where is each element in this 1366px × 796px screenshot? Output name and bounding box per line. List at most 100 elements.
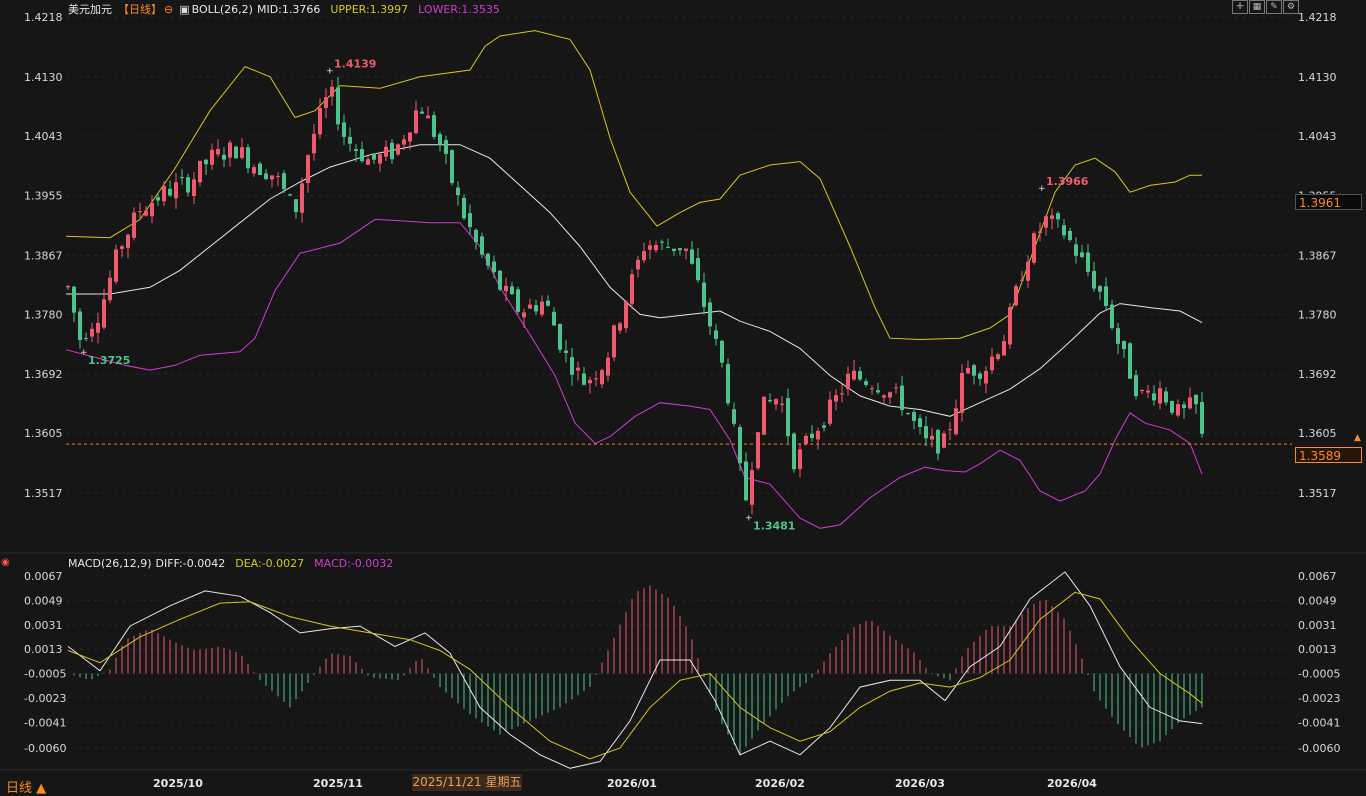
symbol-name: 美元加元 — [68, 3, 112, 16]
candle-down — [810, 433, 814, 439]
candle-up — [216, 149, 220, 155]
indicator-icon[interactable]: ▣ — [179, 3, 189, 16]
candle-down — [732, 409, 736, 424]
candle-up — [378, 154, 382, 164]
candle-down — [354, 149, 358, 151]
candle-down — [1086, 252, 1090, 272]
candle-up — [996, 354, 1000, 360]
macd-y-tick-right: -0.0023 — [1298, 692, 1340, 705]
candle-down — [1194, 394, 1198, 405]
extreme-marker: + — [326, 67, 334, 77]
candle-up — [1002, 341, 1006, 356]
candle-up — [174, 182, 178, 199]
candle-down — [1170, 400, 1174, 413]
draw-icon[interactable]: ✎ — [1266, 0, 1282, 14]
candle-down — [468, 213, 472, 228]
chart-canvas[interactable]: +1.4139+1.3725+1.3481+1.3966▲ 1.4218 1.42… — [0, 0, 1366, 795]
candle-down — [906, 413, 910, 415]
period-label[interactable]: 【日线】 — [118, 3, 162, 16]
candle-up — [210, 149, 214, 165]
current-price-label: 1.3589 — [1295, 447, 1362, 463]
candle-down — [72, 286, 76, 313]
candle-up — [504, 285, 508, 292]
candle-up — [276, 175, 280, 177]
candle-up — [150, 202, 154, 217]
candle-up — [1026, 261, 1030, 281]
candle-up — [300, 183, 304, 213]
candle-up — [1176, 404, 1180, 416]
candle-up — [252, 167, 256, 174]
candle-down — [1122, 341, 1126, 350]
macd-y-tick-left: 0.0031 — [24, 619, 63, 632]
macd-legend: MACD(26,12,9) DIFF:-0.0042 DEA:-0.0027 MACD… — [68, 557, 399, 570]
candle-up — [108, 277, 112, 301]
candle-up — [612, 325, 616, 358]
crosshair-icon[interactable]: ✛ — [1232, 0, 1248, 14]
candle-down — [1062, 225, 1066, 236]
candle-up — [684, 248, 688, 251]
candle-up — [966, 368, 970, 374]
macd-y-tick-left: 0.0049 — [24, 594, 63, 607]
x-tick-label: 2026/04 — [1047, 777, 1097, 790]
candle-up — [126, 234, 130, 249]
macd-value: MACD:-0.0032 — [314, 557, 394, 570]
macd-y-tick-left: 0.0067 — [24, 570, 63, 583]
candle-down — [246, 147, 250, 169]
candle-down — [360, 149, 364, 162]
candle-down — [792, 433, 796, 470]
candle-up — [648, 245, 652, 250]
candle-up — [96, 322, 100, 333]
y-tick-right: 1.3605 — [1298, 427, 1337, 440]
candle-up — [654, 245, 658, 251]
candle-down — [744, 461, 748, 501]
candle-down — [558, 324, 562, 350]
candle-down — [876, 390, 880, 393]
candle-down — [858, 371, 862, 380]
candle-down — [204, 159, 208, 165]
candle-up — [888, 392, 892, 398]
candle-up — [1008, 307, 1012, 345]
candle-down — [720, 340, 724, 363]
candle-up — [384, 146, 388, 157]
candle-up — [1140, 390, 1144, 392]
candle-up — [780, 403, 784, 405]
candle-down — [570, 357, 574, 375]
panel-close-icon[interactable]: ◉ — [1, 557, 10, 568]
candle-up — [132, 212, 136, 238]
crosshair-date-label: 2025/11/21 星期五 — [412, 774, 522, 791]
macd-y-tick-right: 0.0013 — [1298, 643, 1337, 656]
candle-down — [666, 246, 670, 248]
candle-down — [564, 350, 568, 354]
candle-up — [798, 449, 802, 470]
candle-down — [498, 270, 502, 290]
price-annotations: +1.4139+1.3725+1.3481+1.3966▲ — [80, 58, 1361, 533]
macd-y-tick-right: -0.0005 — [1298, 668, 1340, 681]
macd-label: MACD(26,12,9) — [68, 557, 152, 570]
candle-up — [594, 378, 598, 380]
refresh-icon[interactable]: ⊖ — [164, 3, 173, 16]
y-tick-right: 1.3867 — [1298, 249, 1337, 262]
candle-up — [1014, 286, 1018, 306]
boll-lower: LOWER:1.3535 — [418, 3, 500, 16]
y-tick-right: 1.3517 — [1298, 487, 1337, 500]
period-switch-button[interactable]: 日线 ▲ — [6, 777, 46, 796]
candle-up — [522, 312, 526, 318]
bollinger-bands — [65, 30, 1292, 529]
candle-up — [414, 110, 418, 134]
candle-up — [1050, 215, 1054, 219]
candle-down — [336, 87, 340, 125]
macd-diff-line — [67, 571, 1203, 769]
layout-icon[interactable]: ▦ — [1249, 0, 1265, 14]
settings-icon[interactable]: ⚙ — [1283, 0, 1299, 14]
candle-up — [762, 396, 766, 435]
candle-down — [582, 373, 586, 385]
candle-down — [690, 249, 694, 264]
candle-up — [114, 249, 118, 282]
candle-down — [1098, 286, 1102, 292]
candle-down — [342, 122, 346, 137]
y-tick-right: 1.4218 — [1298, 11, 1337, 24]
candle-down — [912, 412, 916, 421]
candle-down — [432, 115, 436, 137]
crosshair-price-label: 1.3961 — [1295, 194, 1362, 210]
candle-down — [1152, 393, 1156, 401]
